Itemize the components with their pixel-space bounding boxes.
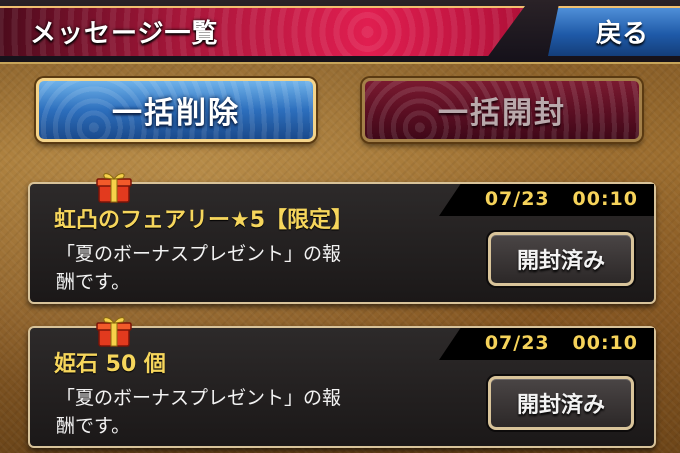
message-date: 07/23 [484, 332, 550, 354]
gift-icon [96, 173, 132, 203]
message-body: 「夏のボーナスプレゼント」の報 酬です。 [56, 240, 406, 296]
message-date: 07/23 [484, 188, 550, 210]
page-title: メッセージ一覧 [30, 19, 219, 49]
opened-status-button[interactable]: 開封済み [488, 232, 634, 286]
message-body-line: 「夏のボーナスプレゼント」の報 [56, 387, 342, 409]
opened-status-button[interactable]: 開封済み [488, 376, 634, 430]
bulk-delete-button[interactable]: 一括削除 [36, 78, 316, 142]
message-body-line: 酬です。 [56, 415, 131, 437]
message-card[interactable]: 07/23 00:10 姫石 50 個 「夏のボーナスプレゼント」の報 酬です。… [28, 317, 656, 448]
bulk-open-label: 一括開封 [438, 96, 566, 131]
message-body-line: 酬です。 [56, 271, 131, 293]
message-body: 「夏のボーナスプレゼント」の報 酬です。 [56, 384, 406, 440]
gift-icon [96, 317, 132, 347]
opened-status-label: 開封済み [516, 393, 605, 418]
back-button-label[interactable]: 戻る [596, 13, 648, 50]
opened-status-label: 開封済み [516, 249, 605, 274]
bulk-delete-label: 一括削除 [112, 96, 240, 131]
message-timestamp: 07/23 00:10 [485, 332, 638, 354]
message-body-line: 「夏のボーナスプレゼント」の報 [56, 243, 342, 265]
message-time: 00:10 [572, 188, 638, 210]
bulk-open-button[interactable]: 一括開封 [362, 78, 642, 142]
message-timestamp: 07/23 00:10 [485, 188, 638, 210]
message-title: 虹凸のフェアリー★5【限定】 [54, 208, 354, 233]
date-strip: 07/23 00:10 [439, 184, 654, 216]
message-card[interactable]: 07/23 00:10 虹凸のフェアリー★5【限定】 「夏のボーナスプレゼント」… [28, 173, 656, 304]
message-title: 姫石 50 個 [54, 352, 166, 377]
date-strip: 07/23 00:10 [439, 328, 654, 360]
message-time: 00:10 [572, 332, 638, 354]
